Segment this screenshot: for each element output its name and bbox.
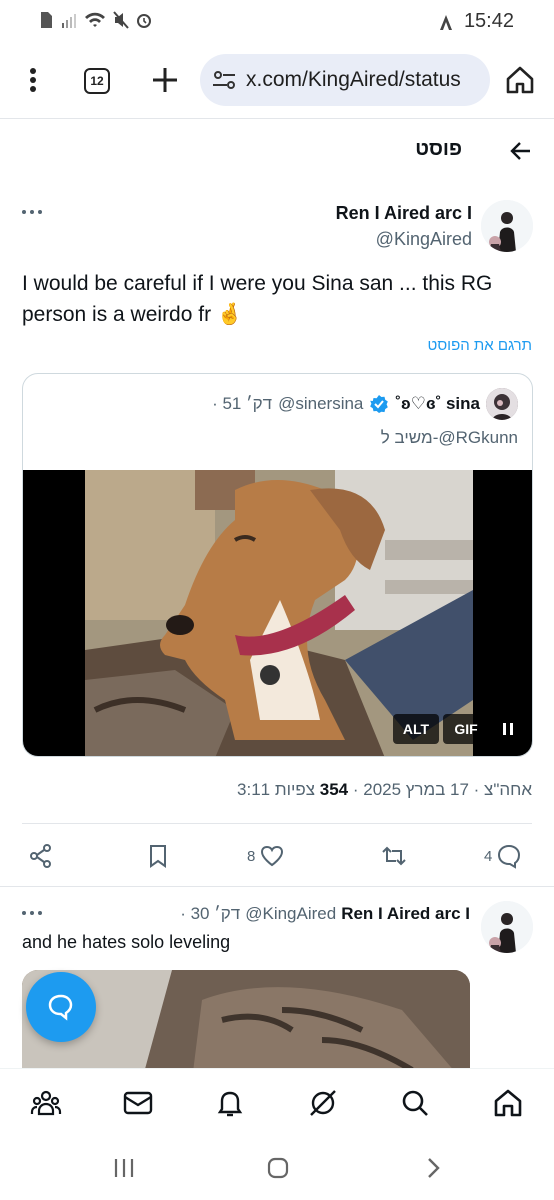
messages-icon[interactable] bbox=[122, 1087, 154, 1119]
reply-author-handle[interactable]: @KingAired bbox=[245, 904, 336, 924]
bookmark-icon bbox=[150, 845, 166, 868]
divider bbox=[0, 118, 554, 119]
quote-handle[interactable]: @sinersina bbox=[278, 394, 363, 414]
system-home-icon[interactable] bbox=[266, 1156, 290, 1180]
reply-button[interactable]: 4 bbox=[484, 842, 522, 870]
quote-name-decoration: ˚ʚ♡ɞ˚ bbox=[395, 394, 446, 413]
divider bbox=[22, 823, 532, 824]
avatar[interactable] bbox=[481, 200, 533, 252]
tweet-meta: 3:11 אחה"צ · 17 במרץ 2025 · 354 צפיות bbox=[237, 780, 532, 800]
heart-icon bbox=[261, 845, 284, 867]
site-settings-icon[interactable] bbox=[210, 68, 238, 92]
mute-icon bbox=[113, 11, 129, 29]
more-options-icon[interactable] bbox=[22, 908, 46, 918]
tweet-text: I would be careful if I were you Sina sa… bbox=[22, 272, 493, 326]
system-nav-bar bbox=[0, 1136, 554, 1200]
replying-to[interactable]: משיב ל-@RGkunn bbox=[381, 428, 518, 448]
compose-icon bbox=[48, 994, 73, 1021]
new-tab-plus-icon[interactable] bbox=[148, 62, 182, 98]
recent-apps-icon[interactable] bbox=[112, 1156, 136, 1180]
quote-time[interactable]: · 51 דק׳ bbox=[212, 394, 272, 414]
menu-dots-icon[interactable] bbox=[18, 62, 48, 98]
address-bar[interactable]: x.com/KingAired/status bbox=[200, 54, 490, 106]
page-title: פוסט bbox=[415, 138, 462, 160]
sim-icon bbox=[41, 12, 52, 28]
signal-icon bbox=[62, 14, 76, 28]
bookmark-button[interactable] bbox=[145, 842, 171, 870]
compose-button[interactable] bbox=[26, 972, 96, 1042]
search-icon[interactable] bbox=[399, 1087, 431, 1119]
more-options-icon[interactable] bbox=[22, 207, 46, 217]
reply-header: Ren I Aired arc I @KingAired · 30 דק׳ bbox=[180, 904, 470, 924]
browser-toolbar: 12 x.com/KingAired/status bbox=[0, 48, 554, 112]
grok-icon[interactable] bbox=[307, 1087, 339, 1119]
share-button[interactable] bbox=[28, 842, 54, 870]
status-time: 15:42 bbox=[463, 10, 514, 32]
quoted-tweet-card[interactable]: ˚ʚ♡ɞ˚ sina @sinersina · 51 דק׳ משיב ל-@R… bbox=[22, 373, 533, 757]
post-header: פוסט bbox=[0, 124, 554, 178]
reply-text: and he hates solo leveling bbox=[22, 932, 231, 952]
quote-avatar[interactable] bbox=[486, 388, 518, 420]
retweet-icon bbox=[382, 846, 406, 866]
author-handle[interactable]: @KingAired bbox=[376, 229, 472, 250]
share-icon bbox=[30, 844, 51, 868]
reply-avatar[interactable] bbox=[481, 901, 533, 953]
tab-switcher-button[interactable]: 12 bbox=[84, 68, 110, 94]
arrow-back-icon[interactable] bbox=[508, 138, 534, 164]
gif-badge: GIF bbox=[443, 714, 489, 744]
notifications-icon[interactable] bbox=[214, 1087, 246, 1119]
alt-badge[interactable]: ALT bbox=[393, 714, 439, 744]
status-bar: 15:42 bbox=[0, 0, 554, 42]
quote-name-text: sina bbox=[445, 394, 480, 413]
tweet-actions: 4 8 bbox=[0, 836, 554, 876]
communities-icon[interactable] bbox=[30, 1087, 62, 1119]
system-back-icon[interactable] bbox=[421, 1156, 445, 1180]
url-text: x.com/KingAired/status bbox=[246, 68, 461, 91]
divider bbox=[0, 886, 554, 887]
wifi-icon bbox=[85, 12, 105, 27]
reply-count: 4 bbox=[484, 847, 493, 865]
quote-header: ˚ʚ♡ɞ˚ sina @sinersina · 51 דק׳ bbox=[212, 394, 480, 414]
reply-author-name[interactable]: Ren I Aired arc I bbox=[341, 904, 470, 924]
retweet-button[interactable] bbox=[381, 842, 407, 870]
quote-author-name[interactable]: ˚ʚ♡ɞ˚ sina bbox=[395, 394, 480, 414]
quote-gif-media[interactable]: ALT GIF bbox=[23, 470, 532, 756]
bottom-nav bbox=[0, 1068, 554, 1136]
translate-link[interactable]: תרגם את הפוסט bbox=[428, 337, 532, 354]
like-count: 8 bbox=[247, 847, 256, 865]
verified-badge-icon bbox=[370, 395, 389, 413]
alarm-icon bbox=[137, 14, 151, 28]
like-button[interactable]: 8 bbox=[247, 842, 285, 870]
views-count: 354 bbox=[319, 780, 349, 799]
author-name[interactable]: Ren I Aired arc I bbox=[336, 203, 472, 224]
reply-time[interactable]: · 30 דק׳ bbox=[180, 904, 240, 924]
views-label: צפיות bbox=[274, 780, 320, 799]
home-icon[interactable] bbox=[504, 64, 536, 96]
home-icon[interactable] bbox=[492, 1087, 524, 1119]
reply-icon bbox=[498, 844, 521, 869]
pause-icon[interactable] bbox=[493, 714, 523, 744]
autofill-icon bbox=[439, 14, 452, 30]
